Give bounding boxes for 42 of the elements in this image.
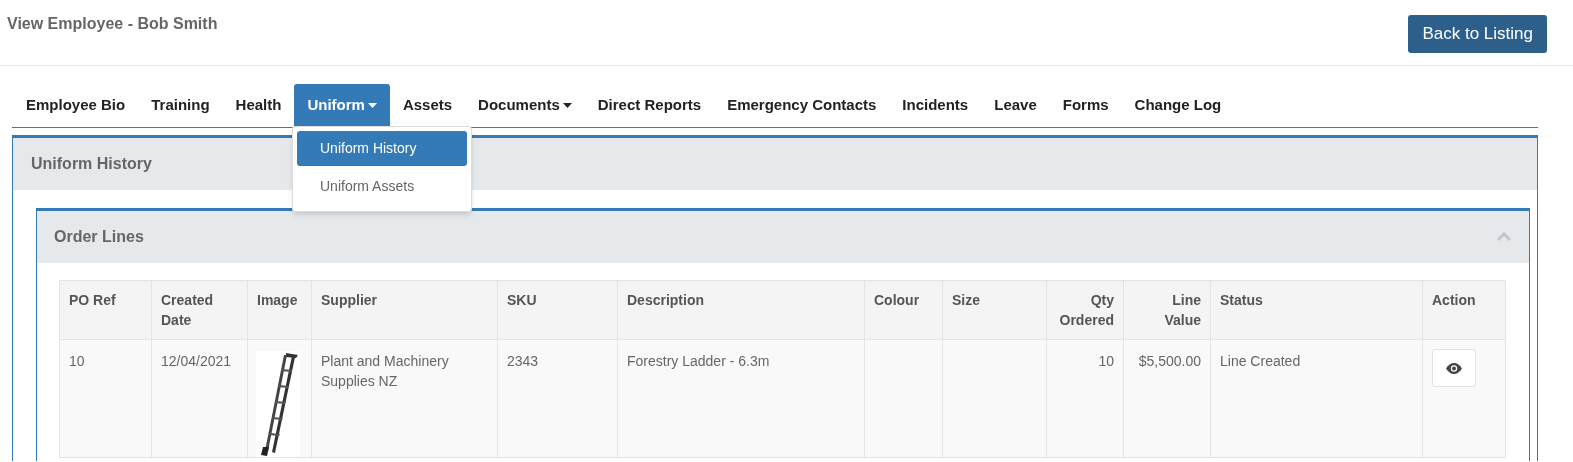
back-to-listing-button[interactable]: Back to Listing: [1408, 15, 1547, 53]
tab[interactable]: Uniform: [294, 84, 390, 127]
column-header: SKU: [497, 280, 618, 340]
column-header: Supplier: [311, 280, 498, 340]
tab[interactable]: Documents: [465, 84, 585, 127]
table-cell-text: 10: [69, 353, 85, 369]
tab[interactable]: Training: [138, 84, 223, 127]
column-header: Action: [1422, 280, 1506, 340]
column-header: PO Ref: [59, 280, 152, 340]
table-cell-text: 10: [1098, 353, 1114, 369]
tab[interactable]: Incidents: [889, 84, 982, 127]
panel-title: Order Lines: [54, 227, 144, 247]
page-title: View Employee - Bob Smith: [7, 14, 218, 34]
column-header: Created Date: [151, 280, 248, 340]
view-button[interactable]: [1432, 349, 1476, 387]
tab[interactable]: Employee Bio: [13, 84, 139, 127]
column-header: Colour: [864, 280, 943, 340]
tab[interactable]: Leave: [981, 84, 1050, 127]
eye-icon: [1446, 362, 1462, 374]
tab[interactable]: Assets: [389, 84, 466, 127]
panel-title: Uniform History: [31, 154, 152, 174]
tab[interactable]: Forms: [1049, 84, 1122, 127]
table-cell-text: Plant and Machinery Supplies NZ: [321, 353, 449, 389]
caret-icon: [367, 103, 377, 108]
caret-icon: [562, 103, 572, 108]
column-header: Image: [247, 280, 312, 340]
column-header: Status: [1210, 280, 1423, 340]
column-header: Description: [617, 280, 865, 340]
tab[interactable]: Health: [222, 84, 295, 127]
table-cell-text: $5,500.00: [1138, 353, 1201, 369]
table-cell-text: Line Created: [1220, 353, 1301, 369]
table-cell-text: 2343: [507, 353, 539, 369]
tab[interactable]: Direct Reports: [584, 84, 715, 127]
tab[interactable]: Change Log: [1121, 84, 1235, 127]
column-header: Line Value: [1123, 280, 1211, 340]
column-header: Size: [942, 280, 1047, 340]
menu-item[interactable]: Uniform History: [297, 131, 467, 166]
tab[interactable]: Emergency Contacts: [714, 84, 890, 127]
column-header: Qty Ordered: [1046, 280, 1124, 340]
table-cell-text: Forestry Ladder - 6.3m: [627, 353, 770, 369]
table-cell-text: 12/04/2021: [161, 353, 232, 369]
menu-item[interactable]: Uniform Assets: [297, 169, 467, 204]
